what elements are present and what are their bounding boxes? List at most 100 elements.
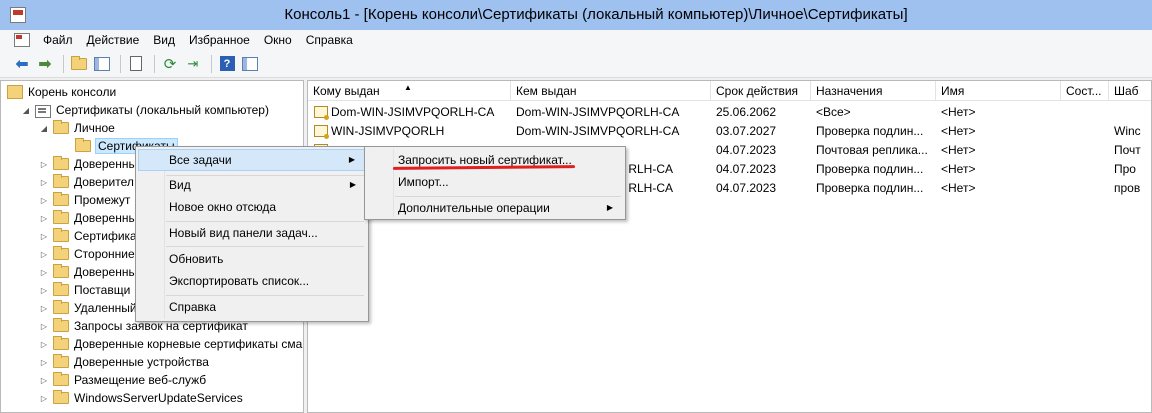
tree-item-store[interactable]: ▷ Размещение веб-служб — [39, 371, 206, 389]
expand-icon[interactable]: ▷ — [39, 160, 49, 169]
tree-item-store[interactable]: ▷ Промежут — [39, 191, 130, 209]
tree-item-store[interactable]: ▷ Доверенные корневые сертификаты сма — [39, 335, 302, 353]
action-pane-button[interactable] — [240, 54, 260, 74]
toolbar-separator — [211, 54, 212, 73]
expand-icon[interactable]: ▷ — [39, 304, 49, 313]
arrow-left-icon: ⬅ — [15, 55, 29, 73]
tree-item-label: Корень консоли — [28, 85, 117, 99]
expand-icon[interactable]: ▷ — [39, 394, 49, 403]
expand-icon[interactable]: ▷ — [39, 268, 49, 277]
tree-item-personal[interactable]: ◢ Личное — [39, 119, 115, 137]
tree-item-label: Доверител — [74, 175, 134, 189]
back-button[interactable]: ⬅ — [12, 54, 32, 74]
tree-item-store[interactable]: ▷ Удаленный — [39, 299, 137, 317]
tree-item-store[interactable]: ▷ Поставщи — [39, 281, 130, 299]
tree-item-store[interactable]: ▷ Сторонние — [39, 245, 135, 263]
console-icon[interactable] — [14, 33, 30, 47]
toolbar-separator — [120, 54, 121, 73]
tree-item-certificates-local[interactable]: ◢ Сертификаты (локальный компьютер) — [21, 101, 269, 119]
cell-template: Почт — [1114, 142, 1141, 157]
collapse-icon[interactable]: ◢ — [39, 124, 49, 133]
menu-item-all-tasks[interactable]: Все задачи ▶ — [138, 149, 366, 171]
tree-item-store[interactable]: ▷ Доверенны — [39, 155, 137, 173]
cell-name: <Нет> — [941, 104, 976, 119]
refresh-icon: ⟳ — [163, 55, 177, 73]
menu-window[interactable]: Окно — [257, 30, 299, 50]
help-icon: ? — [219, 56, 235, 71]
menu-item-refresh[interactable]: Обновить — [138, 248, 366, 270]
console-root-icon — [7, 85, 23, 99]
menu-item-help[interactable]: Справка — [138, 296, 366, 318]
tree-item-store[interactable]: ▷ Доверител — [39, 173, 134, 191]
tree-item-label: Доверенны — [74, 157, 138, 171]
expand-icon[interactable]: ▷ — [39, 232, 49, 241]
menu-item-import[interactable]: Импорт... — [367, 171, 623, 193]
menu-item-view[interactable]: Вид ▶ — [138, 174, 366, 196]
tree-item-label: Личное — [74, 121, 115, 135]
menu-file[interactable]: Файл — [36, 30, 80, 50]
list-header: Кому выдан ▲ Кем выдан Срок действия Назн… — [308, 81, 1151, 101]
up-level-button[interactable] — [69, 54, 89, 74]
folder-icon — [53, 336, 69, 350]
cell-purposes: Проверка подлин... — [816, 161, 924, 176]
menu-view[interactable]: Вид — [146, 30, 182, 50]
column-header-name[interactable]: Имя — [936, 81, 1061, 101]
collapse-icon[interactable]: ◢ — [21, 106, 31, 115]
table-row[interactable]: Dom-WIN-JSIMVPQORLH-CA Dom-WIN-JSIMVPQOR… — [308, 102, 1149, 121]
menu-favorites[interactable]: Избранное — [182, 30, 257, 50]
tree-item-console-root[interactable]: Корень консоли — [7, 83, 116, 101]
tree-item-label: Удаленный — [74, 301, 137, 315]
menu-item-new-window[interactable]: Новое окно отсюда — [138, 196, 366, 218]
folder-icon — [53, 246, 69, 260]
column-header-expiration[interactable]: Срок действия — [711, 81, 811, 101]
menu-action[interactable]: Действие — [80, 30, 147, 50]
expand-icon[interactable]: ▷ — [39, 322, 49, 331]
window-title: Консоль1 - [Корень консоли\Сертификаты (… — [284, 6, 908, 23]
menu-item-label: Вид — [169, 178, 191, 192]
menu-item-new-taskpad-view[interactable]: Новый вид панели задач... — [138, 222, 366, 244]
tree-item-store[interactable]: ▷ Доверенные устройства — [39, 353, 209, 371]
cell-purposes: <Все> — [816, 104, 851, 119]
table-row[interactable]: WIN-JSIMVPQORLH Dom-WIN-JSIMVPQORLH-CA 0… — [308, 121, 1149, 140]
folder-icon — [53, 174, 69, 188]
help-button[interactable]: ? — [217, 54, 237, 74]
expand-icon[interactable]: ▷ — [39, 178, 49, 187]
folder-icon — [53, 192, 69, 206]
submenu-arrow-icon: ▶ — [606, 203, 613, 212]
column-header-template[interactable]: Шаб — [1109, 81, 1151, 101]
show-hide-tree-button[interactable] — [92, 54, 112, 74]
certificate-list: Кому выдан ▲ Кем выдан Срок действия Назн… — [307, 80, 1152, 413]
tree-item-store[interactable]: ▷ Доверенны — [39, 209, 137, 227]
column-header-status[interactable]: Сост... — [1061, 81, 1109, 101]
menu-item-advanced-operations[interactable]: Дополнительные операции ▶ — [367, 197, 623, 219]
folder-icon — [53, 282, 69, 296]
menu-help[interactable]: Справка — [299, 30, 360, 50]
submenu-arrow-icon: ▶ — [348, 155, 355, 164]
expand-icon[interactable]: ▷ — [39, 340, 49, 349]
export-list-button[interactable]: ⇥ — [183, 54, 203, 74]
clipboard-icon — [130, 56, 142, 71]
properties-button[interactable] — [126, 54, 146, 74]
expand-icon[interactable]: ▷ — [39, 358, 49, 367]
cell-expiration: 04.07.2023 — [716, 161, 777, 176]
refresh-button[interactable]: ⟳ — [160, 54, 180, 74]
folder-icon — [75, 138, 91, 152]
column-header-purposes[interactable]: Назначения — [811, 81, 936, 101]
tree-item-store[interactable]: ▷ Доверенны — [39, 263, 137, 281]
column-header-issued-by[interactable]: Кем выдан — [511, 81, 711, 101]
menu-item-export-list[interactable]: Экспортировать список... — [138, 270, 366, 292]
expand-icon[interactable]: ▷ — [39, 286, 49, 295]
forward-button[interactable]: ➡ — [35, 54, 55, 74]
expand-icon[interactable]: ▷ — [39, 214, 49, 223]
tree-item-store[interactable]: ▷ Сертифика — [39, 227, 137, 245]
expand-icon[interactable]: ▷ — [39, 250, 49, 259]
action-pane-icon — [242, 56, 258, 71]
column-header-issued-to[interactable]: Кому выдан ▲ — [308, 81, 511, 101]
expand-icon[interactable]: ▷ — [39, 376, 49, 385]
certificate-store-icon — [35, 103, 51, 118]
tree-item-label: Доверенны — [74, 211, 138, 225]
folder-icon — [53, 210, 69, 224]
expand-icon[interactable]: ▷ — [39, 196, 49, 205]
cell-expiration: 25.06.2062 — [716, 104, 777, 119]
tree-item-store[interactable]: ▷ WindowsServerUpdateServices — [39, 389, 243, 407]
